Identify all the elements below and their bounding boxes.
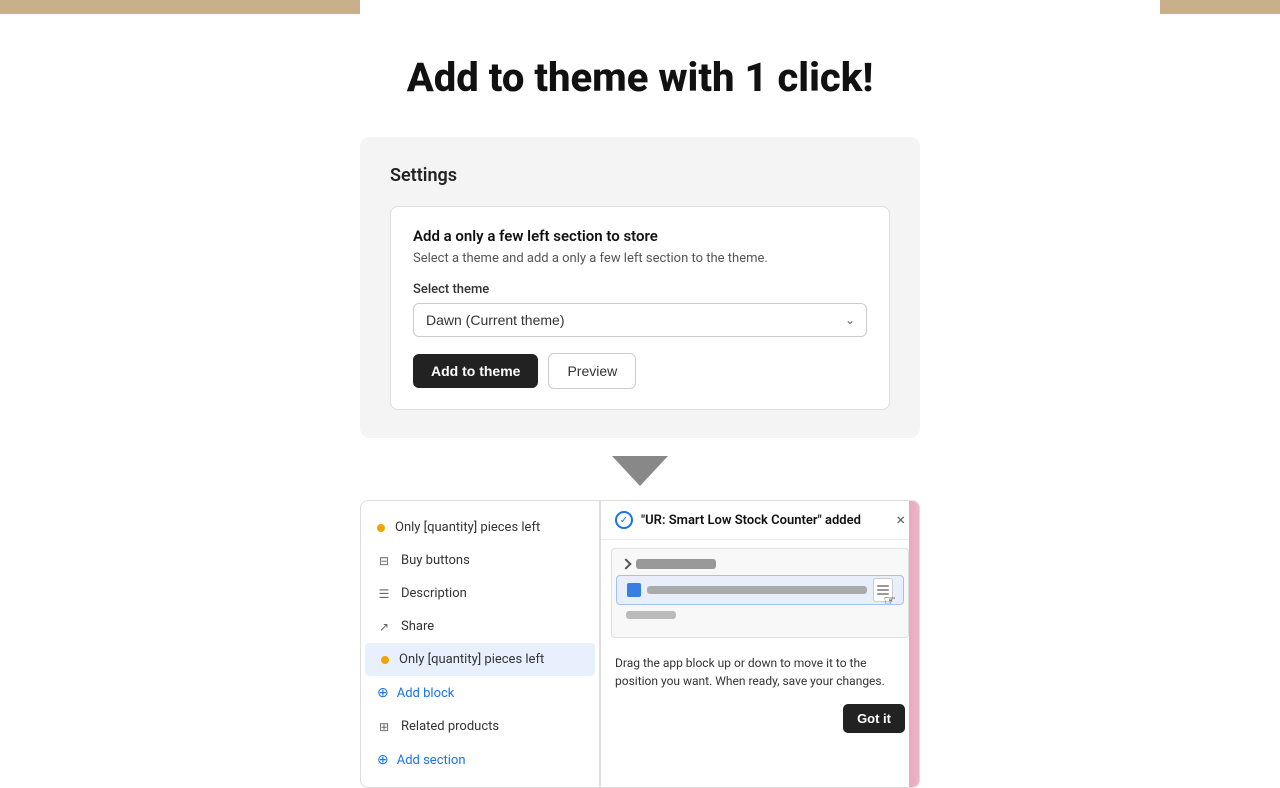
add-theme-button[interactable]: Add to theme [413,354,538,388]
action-buttons: Add to theme Preview [413,353,867,389]
cursor-icon: ☞ [883,593,896,609]
list-item[interactable]: ↗ Share [361,610,599,643]
expand-arrow-icon [620,558,631,569]
main-content: Add to theme with 1 click! Settings Add … [0,14,1280,720]
list-item[interactable]: ☰ Description [361,577,599,610]
pink-decoration [909,501,920,787]
list-icon: ☰ [377,587,391,601]
notification-title-row: ✓ "UR: Smart Low Stock Counter" added [615,511,861,529]
list-item[interactable]: Only [quantity] pieces left [361,511,599,544]
theme-select[interactable]: Dawn (Current theme) Other theme [413,303,867,337]
plus-circle-icon: ⊕ [377,685,389,701]
add-section-label: Add section [397,753,466,768]
sidebar-item-label: Only [quantity] pieces left [395,520,540,535]
got-it-button[interactable]: Got it [843,704,905,733]
notification-footer: Got it [601,700,919,743]
theme-select-wrapper[interactable]: Dawn (Current theme) Other theme ⌄ [413,303,867,337]
sidebar-item-label: Description [401,586,467,601]
notification-body: Drag the app block up or down to move it… [601,646,919,700]
preview-row-3 [612,605,908,625]
page-headline: Add to theme with 1 click! [407,54,874,101]
preview-bar [636,559,716,569]
preview-area: ☞ [611,548,909,638]
notification-panel: ✓ "UR: Smart Low Stock Counter" added × [600,500,920,788]
notification-body-text: Drag the app block up or down to move it… [615,656,885,688]
sidebar-item-label: Only [quantity] pieces left [399,652,544,667]
plus-circle-icon: ⊕ [377,752,389,768]
grid-icon: ⊞ [377,720,391,734]
down-arrow-icon [612,456,668,486]
drag-line [877,589,889,591]
sidebar-item-label: Related products [401,719,499,734]
sidebar-panel: Only [quantity] pieces left ⊟ Buy button… [360,500,600,788]
settings-title: Settings [390,165,890,186]
buy-icon: ⊟ [377,554,391,568]
preview-bar-blue [647,586,867,594]
drag-line [877,585,889,587]
preview-button[interactable]: Preview [548,353,636,389]
sidebar-item-label: Buy buttons [401,553,470,568]
add-block-label: Add block [397,686,455,701]
corner-decoration-left [0,0,360,14]
check-circle-icon: ✓ [615,511,633,529]
list-item[interactable]: ⊞ Related products [361,710,599,743]
app-block-icon [627,583,641,597]
add-block-item[interactable]: ⊕ Add block [361,676,599,710]
share-icon: ↗ [377,620,391,634]
drag-handle-icon[interactable]: ☞ [873,578,893,602]
dot-icon [381,656,389,664]
bottom-section: Only [quantity] pieces left ⊟ Buy button… [360,500,920,788]
preview-bar-small [626,611,676,619]
add-section-item[interactable]: ⊕ Add section [361,743,599,777]
dot-icon [377,524,385,532]
section-sub: Select a theme and add a only a few left… [413,251,867,266]
preview-row-2: ☞ [616,575,904,605]
corner-decoration-right [1160,0,1280,14]
select-label: Select theme [413,282,867,297]
list-item-active[interactable]: Only [quantity] pieces left [365,643,595,676]
section-header: Add a only a few left section to store [413,227,867,245]
close-icon[interactable]: × [896,512,905,528]
settings-card: Settings Add a only a few left section t… [360,137,920,438]
notification-title: "UR: Smart Low Stock Counter" added [641,513,861,528]
notification-header: ✓ "UR: Smart Low Stock Counter" added × [601,501,919,540]
preview-row-1 [612,549,908,575]
settings-section-inner: Add a only a few left section to store S… [390,206,890,410]
sidebar-item-label: Share [401,619,434,634]
list-item[interactable]: ⊟ Buy buttons [361,544,599,577]
